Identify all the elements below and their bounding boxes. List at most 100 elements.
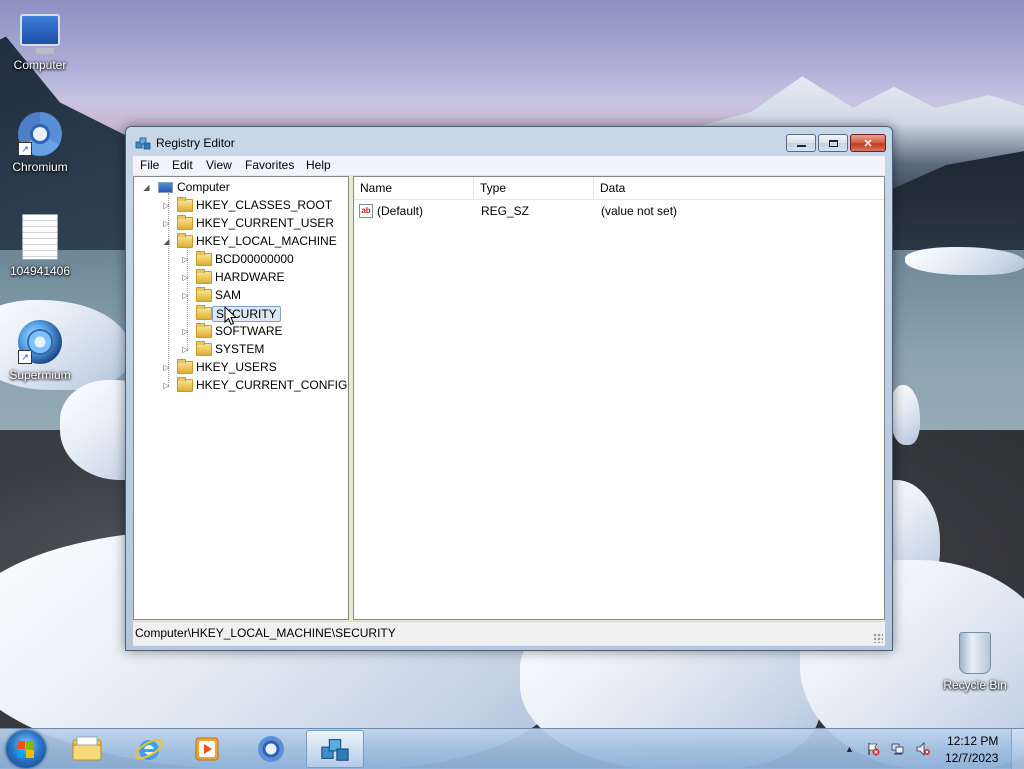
tree-node-hkey-current-config[interactable]: ▷ HKEY_CURRENT_CONFIG <box>134 376 348 394</box>
value-row[interactable]: ab (Default) REG_SZ (value not set) <box>354 201 884 221</box>
minimize-button[interactable] <box>786 134 816 152</box>
expand-icon[interactable]: ▷ <box>162 201 171 210</box>
network-icon[interactable] <box>891 742 905 756</box>
tree-node-label: HKEY_CLASSES_ROOT <box>196 198 333 212</box>
tree-node-system[interactable]: ▷ SYSTEM <box>134 340 348 358</box>
menu-edit[interactable]: Edit <box>172 158 193 172</box>
show-desktop-button[interactable] <box>1011 729 1024 769</box>
close-icon: ✕ <box>863 137 873 150</box>
tree-node-label: HKEY_LOCAL_MACHINE <box>196 234 337 248</box>
action-center-flag-icon[interactable] <box>866 742 880 756</box>
tree-node-computer[interactable]: ◢ Computer <box>134 178 348 196</box>
expand-icon[interactable]: ▷ <box>181 255 190 264</box>
minimize-icon <box>796 145 806 147</box>
string-value-icon: ab <box>359 204 373 218</box>
expand-icon[interactable]: ▷ <box>181 291 190 300</box>
tree-node-hardware[interactable]: ▷ HARDWARE <box>134 268 348 286</box>
windows-logo-icon <box>26 741 34 749</box>
background-ice <box>905 247 1024 275</box>
tree-node-security[interactable]: SECURITY <box>134 304 348 322</box>
desktop-icon-chromium[interactable]: ↗ Chromium <box>0 112 80 174</box>
desktop-icon-label: Computer <box>13 58 67 72</box>
key-tree[interactable]: ◢ Computer ▷ HKEY_CLASSES_ROOT ▷ HKEY_CU… <box>133 176 349 620</box>
folder-icon <box>196 341 212 356</box>
tray-overflow-icon[interactable]: ▲ <box>845 742 859 756</box>
collapse-icon[interactable]: ◢ <box>162 237 171 246</box>
folder-icon <box>196 251 212 266</box>
tree-node-hkey-users[interactable]: ▷ HKEY_USERS <box>134 358 348 376</box>
menu-bar: File Edit View Favorites Help <box>133 156 885 175</box>
tree-node-label: HKEY_USERS <box>196 360 277 374</box>
clock-time[interactable]: 12:12 PM <box>947 734 998 748</box>
tree-node-hkey-local-machine[interactable]: ◢ HKEY_LOCAL_MACHINE <box>134 232 348 250</box>
folder-icon <box>196 305 212 320</box>
value-list[interactable]: Name Type Data ab (Default) REG_SZ (valu… <box>353 176 885 620</box>
expand-icon[interactable]: ▷ <box>181 327 190 336</box>
maximize-button[interactable] <box>818 134 848 152</box>
column-header-data[interactable]: Data <box>594 177 884 199</box>
expand-icon[interactable]: ▷ <box>181 273 190 282</box>
tree-node-bcd00000000[interactable]: ▷ BCD00000000 <box>134 250 348 268</box>
menu-file[interactable]: File <box>140 158 159 172</box>
status-path: Computer\HKEY_LOCAL_MACHINE\SECURITY <box>135 626 396 640</box>
menu-favorites[interactable]: Favorites <box>245 158 294 172</box>
list-header: Name Type Data <box>354 177 884 200</box>
title-bar[interactable]: Registry Editor ✕ <box>126 127 892 155</box>
internet-explorer-icon <box>134 738 164 760</box>
desktop-icon-recycle-bin[interactable]: Recycle Bin <box>935 632 1015 692</box>
start-button[interactable] <box>6 730 46 768</box>
taskbar: ▲ 12:12 PM 12/7/2023 <box>0 728 1024 769</box>
client-area: ◢ Computer ▷ HKEY_CLASSES_ROOT ▷ HKEY_CU… <box>133 175 885 646</box>
taskbar-chromium[interactable] <box>244 730 298 768</box>
tree-node-label-selected: SECURITY <box>212 306 281 322</box>
window-title: Registry Editor <box>156 136 235 150</box>
taskbar-file-explorer[interactable] <box>60 730 114 768</box>
tree-node-software[interactable]: ▷ SOFTWARE <box>134 322 348 340</box>
desktop-icon-computer[interactable]: Computer <box>0 8 80 72</box>
windows-logo-icon <box>17 741 25 749</box>
tree-node-hkey-current-user[interactable]: ▷ HKEY_CURRENT_USER <box>134 214 348 232</box>
expand-icon[interactable]: ▷ <box>162 363 171 372</box>
collapse-icon[interactable]: ◢ <box>142 183 151 192</box>
desktop-icon-label: 104941406 <box>9 264 71 278</box>
windows-logo-icon <box>26 750 34 758</box>
tree-node-label: SYSTEM <box>215 342 265 356</box>
menu-help[interactable]: Help <box>306 158 331 172</box>
expand-icon[interactable]: ▷ <box>181 345 190 354</box>
tree-node-label: SAM <box>215 288 242 302</box>
folder-icon <box>177 215 193 230</box>
desktop-icon-document[interactable]: 104941406 <box>0 214 80 278</box>
volume-muted-icon[interactable] <box>916 742 930 756</box>
tree-node-label: HARDWARE <box>215 270 285 284</box>
registry-editor-window[interactable]: Registry Editor ✕ File Edit View Favorit… <box>125 126 893 651</box>
desktop-icon-supermium[interactable]: ↗ Supermium <box>0 320 80 382</box>
folder-icon <box>177 377 193 392</box>
folder-open-icon <box>177 233 193 248</box>
value-type: REG_SZ <box>481 204 530 218</box>
chromium-icon: ↗ <box>18 112 62 156</box>
desktop-icon-label: Supermium <box>9 368 71 382</box>
maximize-icon <box>828 139 838 147</box>
clock-date[interactable]: 12/7/2023 <box>945 751 998 765</box>
folder-icon <box>196 287 212 302</box>
menu-view[interactable]: View <box>206 158 232 172</box>
expand-icon[interactable]: ▷ <box>162 381 171 390</box>
tree-node-label: HKEY_CURRENT_USER <box>196 216 335 230</box>
computer-icon <box>158 182 173 193</box>
value-name: (Default) <box>377 204 424 218</box>
expand-icon[interactable]: ▷ <box>162 219 171 228</box>
folder-icon <box>177 359 193 374</box>
taskbar-media-player[interactable] <box>180 730 234 768</box>
supermium-icon: ↗ <box>18 320 62 364</box>
tree-node-label: Computer <box>177 180 230 194</box>
computer-icon <box>20 14 60 54</box>
document-icon <box>22 214 58 260</box>
tree-node-sam[interactable]: ▷ SAM <box>134 286 348 304</box>
tree-node-hkey-classes-root[interactable]: ▷ HKEY_CLASSES_ROOT <box>134 196 348 214</box>
taskbar-internet-explorer[interactable] <box>122 730 176 768</box>
taskbar-registry-editor[interactable] <box>306 730 364 768</box>
resize-grip-icon[interactable] <box>873 633 883 643</box>
close-button[interactable]: ✕ <box>850 134 886 152</box>
column-header-type[interactable]: Type <box>474 177 594 199</box>
column-header-name[interactable]: Name <box>354 177 474 199</box>
